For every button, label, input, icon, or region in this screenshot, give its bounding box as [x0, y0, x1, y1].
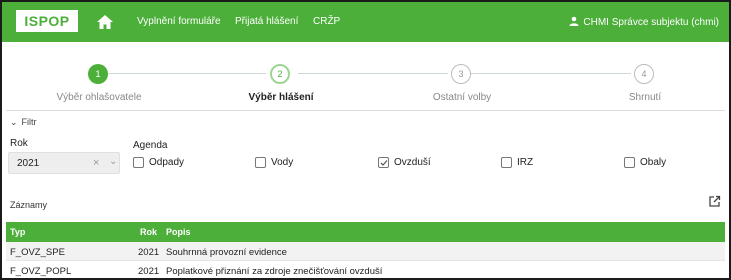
step-4-label: Shrnutí — [628, 92, 662, 103]
column-header-rok[interactable]: Rok — [140, 227, 157, 237]
step-3-label: Ostatní volby — [432, 92, 492, 103]
cell-typ: F_OVZ_POPL — [10, 266, 72, 277]
step-4-number: 4 — [641, 69, 647, 79]
chevron-down-icon[interactable]: ⌄ — [109, 156, 117, 167]
step-4-circle[interactable]: 4 — [634, 64, 654, 84]
user-name: CHMI Správce subjektu (chmi) — [583, 17, 719, 28]
table-row[interactable]: F_OVZ_POPL 2021 Poplatkové přiznání za z… — [6, 261, 725, 278]
records-table: Typ Rok Popis F_OVZ_SPE 2021 Souhrnná pr… — [6, 222, 725, 278]
wizard-stepper: 1 2 3 4 Výběr ohlašovatele Výběr hlášení… — [2, 54, 729, 104]
user-icon — [569, 16, 579, 29]
agenda-checkbox-ovzdusi[interactable]: Ovzduší — [378, 157, 431, 168]
filter-label: Filtr — [21, 117, 37, 127]
nav-vyplneni-formulare[interactable]: Vyplnění formuláře — [137, 16, 221, 27]
agenda-label-irz: IRZ — [517, 157, 534, 168]
checkbox-box[interactable] — [501, 157, 512, 168]
agenda-checkbox-vody[interactable]: Vody — [255, 157, 293, 168]
step-3-circle[interactable]: 3 — [451, 64, 471, 84]
agenda-checkbox-irz[interactable]: IRZ — [501, 157, 533, 168]
column-header-popis[interactable]: Popis — [166, 227, 191, 237]
cell-rok: 2021 — [138, 266, 160, 277]
cell-typ: F_OVZ_SPE — [10, 247, 65, 258]
agenda-label-obaly: Obaly — [640, 157, 667, 168]
year-label: Rok — [10, 138, 28, 149]
top-navbar: ISPOP Vyplnění formuláře Přijatá hlášení… — [2, 2, 729, 42]
cell-rok: 2021 — [138, 247, 160, 258]
check-icon — [380, 159, 387, 166]
step-2-number: 2 — [277, 69, 283, 79]
records-title: Záznamy — [10, 200, 48, 210]
year-select[interactable]: 2021 × ⌄ — [8, 152, 120, 174]
column-header-typ[interactable]: Typ — [10, 227, 25, 237]
nav-prijata-hlaseni[interactable]: Přijatá hlášení — [235, 16, 298, 27]
agenda-checkbox-odpady[interactable]: Odpady — [133, 157, 184, 168]
export-button[interactable] — [705, 192, 723, 210]
step-2-label: Výběr hlášení — [248, 92, 314, 103]
agenda-label-ovzdusi: Ovzduší — [394, 157, 431, 168]
agenda-label: Agenda — [133, 140, 168, 151]
table-header: Typ Rok Popis — [6, 222, 725, 242]
agenda-label-odpady: Odpady — [149, 157, 185, 168]
ispop-logo[interactable]: ISPOP — [16, 10, 78, 32]
external-link-icon — [708, 195, 720, 207]
checkbox-box[interactable] — [255, 157, 266, 168]
agenda-checkbox-obaly[interactable]: Obaly — [624, 157, 666, 168]
step-2-circle[interactable]: 2 — [270, 64, 290, 84]
checkbox-box[interactable] — [624, 157, 635, 168]
step-1-circle[interactable]: 1 — [88, 64, 108, 84]
step-connector — [298, 73, 448, 74]
chevron-down-icon: ⌄ — [10, 117, 18, 127]
section-divider — [6, 110, 725, 111]
checkbox-box-checked[interactable] — [378, 157, 389, 168]
year-value: 2021 — [17, 158, 40, 169]
step-1-number: 1 — [95, 69, 101, 79]
user-menu[interactable]: CHMI Správce subjektu (chmi) — [569, 16, 719, 29]
clear-icon[interactable]: × — [93, 157, 99, 169]
agenda-label-vody: Vody — [271, 157, 294, 168]
home-icon[interactable] — [96, 13, 114, 31]
app-frame: ISPOP Vyplnění formuláře Přijatá hlášení… — [0, 0, 731, 280]
filter-toggle[interactable]: ⌄ Filtr — [10, 117, 37, 128]
step-connector — [108, 73, 266, 74]
table-row[interactable]: F_OVZ_SPE 2021 Souhrnná provozní evidenc… — [6, 242, 725, 261]
step-1-label: Výběr ohlašovatele — [56, 92, 142, 103]
step-connector — [471, 73, 631, 74]
checkbox-box[interactable] — [133, 157, 144, 168]
step-3-number: 3 — [458, 69, 464, 79]
cell-popis: Poplatkové přiznání za zdroje znečišťová… — [166, 266, 383, 277]
nav-crzp[interactable]: CRŽP — [313, 16, 340, 27]
cell-popis: Souhrnná provozní evidence — [166, 247, 287, 258]
